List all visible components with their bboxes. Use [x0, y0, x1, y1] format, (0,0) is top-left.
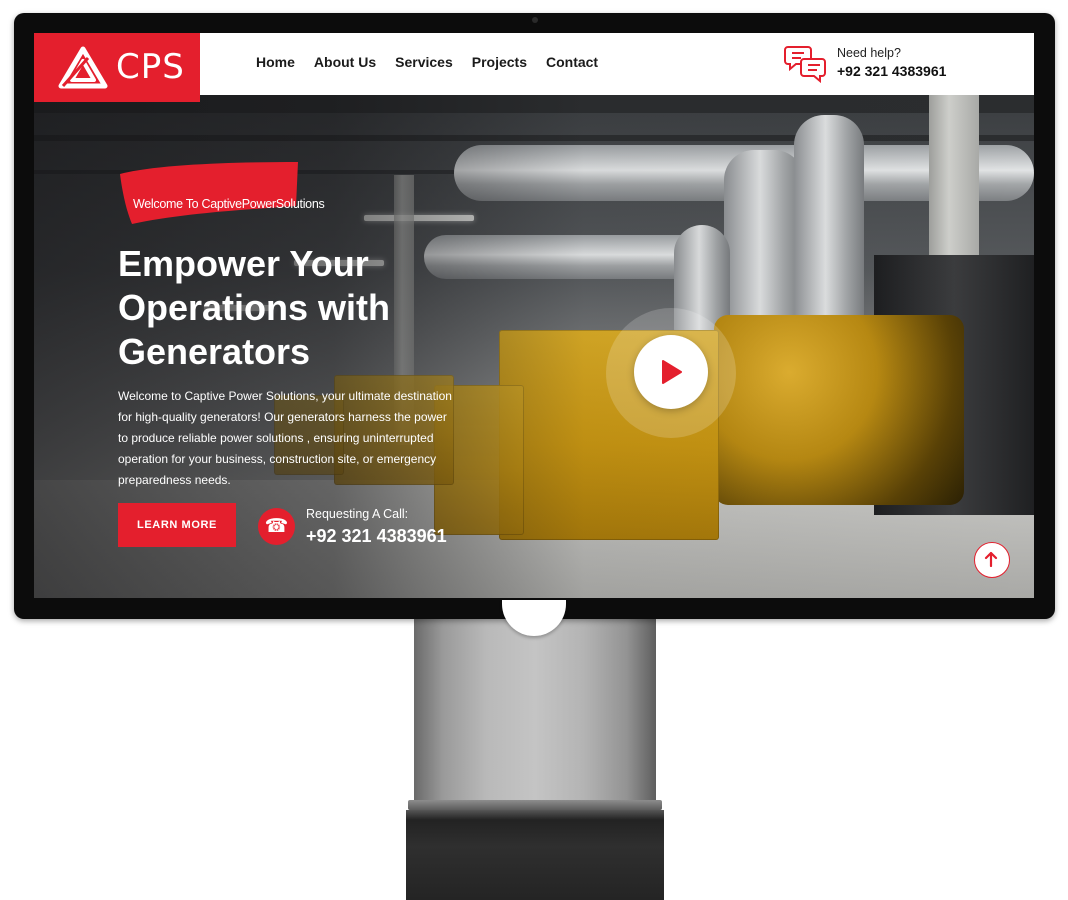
hero-description: Welcome to Captive Power Solutions, your… — [118, 389, 452, 487]
monitor-stand-base — [406, 810, 664, 900]
call-request-phone[interactable]: +92 321 4383961 — [306, 526, 447, 547]
nav-about-us[interactable]: About Us — [314, 54, 376, 70]
logo-text: CPS — [116, 47, 185, 87]
cps-logo-icon — [58, 46, 108, 89]
help-label: Need help? — [837, 46, 901, 60]
help-phone[interactable]: +92 321 4383961 — [837, 63, 946, 79]
welcome-badge — [120, 162, 298, 224]
chat-bubbles-icon — [784, 46, 826, 83]
website-screen: CPS Home About Us Services Projects Cont… — [34, 33, 1034, 598]
nav-services[interactable]: Services — [395, 54, 453, 70]
camera-icon — [532, 17, 538, 23]
hero-headline: Empower Your Operations with Generators — [118, 242, 538, 374]
monitor-stand-lip — [408, 800, 662, 810]
call-request-label: Requesting A Call: — [306, 507, 409, 521]
play-icon — [662, 360, 682, 384]
headline-line-3: Generators — [118, 331, 311, 372]
site-header: CPS Home About Us Services Projects Cont… — [34, 33, 1034, 102]
nav-home[interactable]: Home — [256, 54, 295, 70]
scroll-to-top-button[interactable] — [974, 542, 1010, 578]
nav-contact[interactable]: Contact — [546, 54, 598, 70]
headline-line-1: Empower Your — [118, 243, 369, 284]
learn-more-button[interactable]: LEARN MORE — [118, 503, 236, 547]
logo[interactable]: CPS — [34, 33, 200, 102]
welcome-badge-text: Welcome To CaptivePowerSolutions — [133, 197, 325, 211]
telephone-icon[interactable]: ☎ — [258, 508, 295, 545]
main-nav: Home About Us Services Projects Contact — [256, 54, 598, 70]
headline-line-2: Operations with — [118, 287, 391, 328]
play-video-button[interactable] — [634, 335, 708, 409]
nav-projects[interactable]: Projects — [472, 54, 527, 70]
arrow-up-icon — [984, 551, 998, 567]
